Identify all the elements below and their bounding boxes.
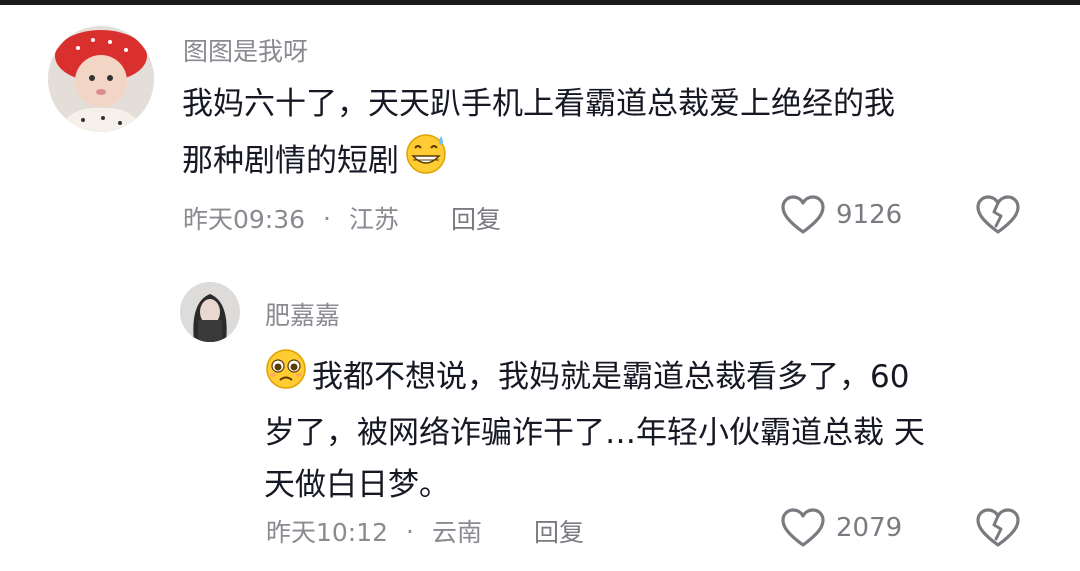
- pleading-face-emoji-icon: [264, 347, 308, 407]
- reply-comment-item: 肥嘉嘉 我都不想说，我妈就是霸道总裁看多了，60 岁了，被网络诈骗诈干了…年轻小…: [0, 260, 1080, 571]
- reply-button[interactable]: 回复: [451, 200, 501, 236]
- avatar[interactable]: [48, 26, 154, 132]
- like-count: 9126: [836, 200, 903, 230]
- comment-time: 昨天09:36: [183, 205, 306, 234]
- dislike-button[interactable]: [975, 194, 1021, 240]
- baby-avatar-icon: [48, 26, 154, 132]
- comment-username[interactable]: 图图是我呀: [183, 32, 308, 68]
- meta-separator: ·: [323, 203, 331, 233]
- girl-avatar-icon: [180, 282, 240, 342]
- comment-meta: 昨天09:36 · 江苏 回复: [183, 200, 501, 236]
- comment-text-line: 那种剧情的短剧: [182, 143, 399, 179]
- broken-heart-icon: [976, 195, 1020, 234]
- like-button[interactable]: 9126: [780, 194, 902, 236]
- avatar[interactable]: [180, 282, 240, 342]
- reply-button[interactable]: 回复: [534, 513, 584, 549]
- comment-text-line-1: 我都不想说，我妈就是霸道总裁看多了，60: [264, 347, 1054, 407]
- comment-meta: 昨天10:12 · 云南 回复: [266, 513, 584, 549]
- comment-text: 我妈六十了，天天趴手机上看霸道总裁爱上绝经的我 那种剧情的短剧: [182, 78, 1042, 192]
- comment-location: 云南: [432, 518, 483, 547]
- dislike-button[interactable]: [975, 507, 1021, 553]
- like-count: 2079: [836, 513, 903, 543]
- comment-text-line: 天做白日梦。: [264, 467, 450, 503]
- comment-text: 我都不想说，我妈就是霸道总裁看多了，60 岁了，被网络诈骗诈干了…年轻小伙霸道总…: [264, 347, 1054, 511]
- broken-heart-icon: [976, 508, 1020, 547]
- grinning-sweat-emoji-icon: [403, 130, 449, 192]
- like-button[interactable]: 2079: [780, 507, 902, 549]
- comment-item: 图图是我呀 我妈六十了，天天趴手机上看霸道总裁爱上绝经的我 那种剧情的短剧 昨天…: [0, 0, 1080, 260]
- comment-text-line: 我都不想说，我妈就是霸道总裁看多了，60: [312, 359, 910, 395]
- heart-outline-icon: [781, 195, 825, 234]
- heart-outline-icon: [781, 508, 825, 547]
- comment-time: 昨天10:12: [266, 518, 389, 547]
- comment-location: 江苏: [349, 205, 400, 234]
- comment-username[interactable]: 肥嘉嘉: [265, 296, 340, 332]
- comment-text-line-2: 那种剧情的短剧: [182, 130, 1042, 192]
- meta-separator: ·: [406, 516, 414, 546]
- comment-text-line: 岁了，被网络诈骗诈干了…年轻小伙霸道总裁 天: [264, 415, 925, 451]
- comment-text-line: 我妈六十了，天天趴手机上看霸道总裁爱上绝经的我: [182, 86, 895, 122]
